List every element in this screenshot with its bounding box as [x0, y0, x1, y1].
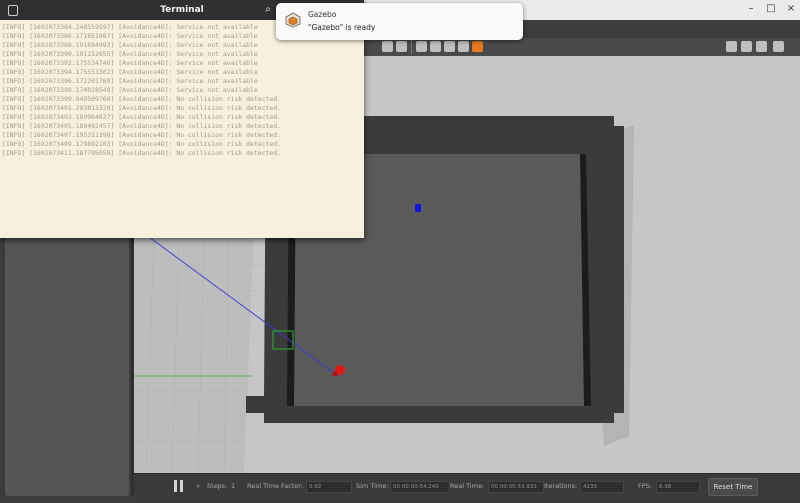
simulation-status-bar: » Steps: 1 Real Time Factor: 0.92 Sim Ti…: [134, 473, 800, 499]
undo-icon[interactable]: [458, 41, 469, 52]
gazebo-app-icon: [285, 12, 301, 28]
close-button[interactable]: ×: [784, 2, 798, 16]
terminal-line: [INFO] [1692073403.189964627] [Avoidance…: [2, 113, 282, 121]
blue-drone: [415, 204, 421, 212]
gazebo-ready-notification[interactable]: Gazebo "Gazebo" is ready: [276, 3, 523, 40]
real-time-value: 00 00:00:53.933: [488, 481, 544, 493]
iterations-value: 4233: [580, 481, 624, 493]
plot-icon[interactable]: [756, 41, 767, 52]
iterations-label: Iterations:: [544, 482, 578, 490]
select-mode-icon[interactable]: [472, 41, 483, 52]
minimize-button[interactable]: –: [744, 2, 758, 16]
log-icon[interactable]: [741, 41, 752, 52]
pause-button[interactable]: [174, 480, 184, 492]
toolbar-separator: [411, 40, 412, 54]
notification-message: "Gazebo" is ready: [308, 23, 376, 32]
screenshot-camera-icon[interactable]: [726, 41, 737, 52]
terminal-line: [INFO] [1692073401.203813320] [Avoidance…: [2, 104, 282, 112]
terminal-line: [INFO] [1692073407.195311399] [Avoidance…: [2, 131, 282, 139]
steps-label: Steps:: [207, 482, 228, 490]
copy-icon[interactable]: [382, 41, 393, 52]
terminal-line: [INFO] [1692073409.179892103] [Avoidance…: [2, 140, 282, 148]
sim-time-value: 00 00:00:54.249: [390, 481, 450, 493]
terminal-line: [INFO] [1692073398.174028549] [Avoidance…: [2, 86, 258, 94]
terminal-output[interactable]: [INFO] [1692073384.248559597] [Avoidance…: [2, 23, 362, 235]
video-record-icon[interactable]: [773, 41, 784, 52]
headphones-icon[interactable]: [444, 41, 455, 52]
terminal-line: [INFO] [1692073388.191694993] [Avoidance…: [2, 41, 258, 49]
align-icon[interactable]: [416, 41, 427, 52]
fps-value: 8.98: [656, 481, 700, 493]
sim-time-label: Sim Time:: [356, 482, 389, 490]
notification-app-name: Gazebo: [308, 10, 337, 19]
paste-icon[interactable]: [396, 41, 407, 52]
maximize-button[interactable]: □: [764, 2, 778, 16]
terminal-line: [INFO] [1692073405.189482457] [Avoidance…: [2, 122, 282, 130]
world-side-panel[interactable]: [5, 236, 129, 496]
terminal-line: [INFO] [1692073394.175553302] [Avoidance…: [2, 68, 258, 76]
terminal-line: [INFO] [1692073399.949509760] [Avoidance…: [2, 95, 282, 103]
ground-plane-left: [134, 226, 254, 473]
real-time-label: Real Time:: [450, 482, 485, 490]
terminal-line: [INFO] [1692073411.187795059] [Avoidance…: [2, 149, 282, 157]
reset-time-button[interactable]: Reset Time: [708, 478, 758, 496]
real-time-factor-value: 0.92: [306, 481, 352, 493]
fps-label: FPS:: [638, 482, 652, 490]
gazebo-toolbar: [360, 38, 800, 57]
search-icon[interactable]: ⌕: [262, 4, 274, 16]
terminal-line: [INFO] [1692073396.172201769] [Avoidance…: [2, 77, 258, 85]
terminal-line: [INFO] [1692073392.175534740] [Avoidance…: [2, 59, 258, 67]
steps-value[interactable]: 1: [231, 482, 235, 490]
step-forward-icon[interactable]: »: [196, 482, 200, 490]
real-time-factor-label: Real Time Factor:: [247, 482, 304, 490]
snap-icon[interactable]: [430, 41, 441, 52]
terminal-line: [INFO] [1692073390.191152655] [Avoidance…: [2, 50, 258, 58]
